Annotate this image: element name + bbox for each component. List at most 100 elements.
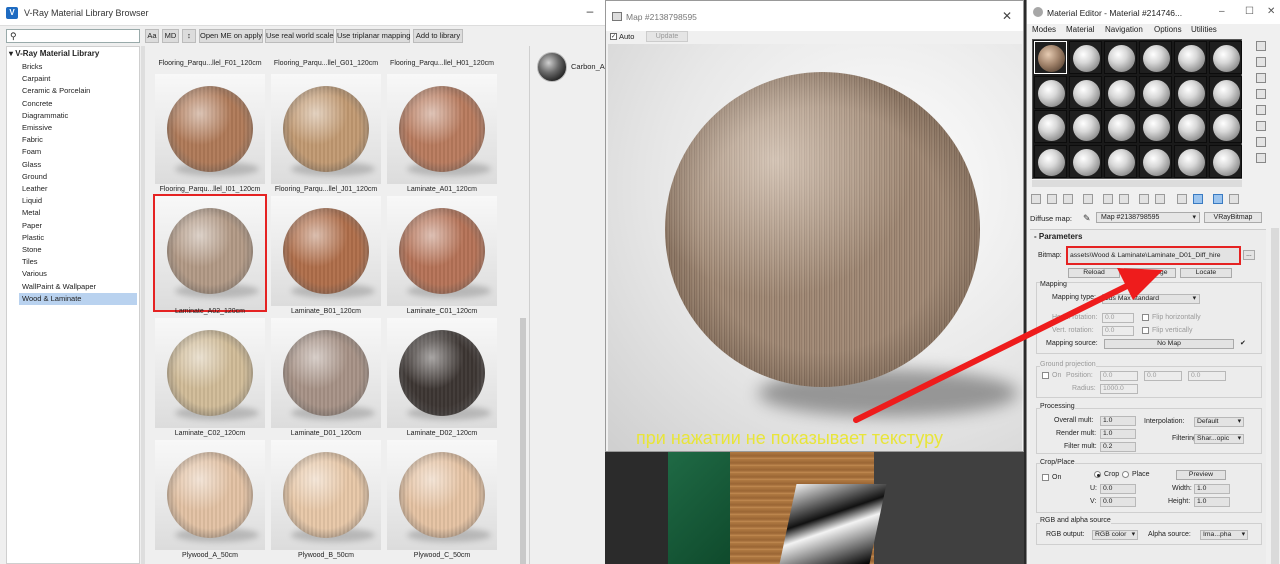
v-field[interactable]: 0.0 xyxy=(1100,497,1136,507)
sample-slot[interactable] xyxy=(1209,75,1242,109)
flip-horizontally-checkbox[interactable] xyxy=(1142,314,1149,321)
vert-rotation-field[interactable]: 0.0 xyxy=(1102,326,1134,336)
category-item[interactable]: Ceramic & Porcelain xyxy=(21,85,139,97)
interpolation-dropdown[interactable]: Default ▾ xyxy=(1194,417,1244,427)
material-thumbnail[interactable] xyxy=(387,318,497,428)
close-icon[interactable]: ✕ xyxy=(1002,9,1012,23)
category-item[interactable]: Foam xyxy=(21,146,139,158)
parameters-header[interactable]: - Parameters xyxy=(1034,232,1082,241)
open-me-on-apply-button[interactable]: Open ME on apply xyxy=(199,29,263,43)
add-to-library-button[interactable]: Add to library xyxy=(413,29,463,43)
sample-slot[interactable] xyxy=(1139,144,1172,178)
material-thumbnail[interactable] xyxy=(387,196,497,306)
material-thumbnail[interactable] xyxy=(271,318,381,428)
category-item[interactable]: Ground xyxy=(21,171,139,183)
map-type-button[interactable]: VRayBitmap xyxy=(1204,212,1262,223)
crop-on-checkbox[interactable] xyxy=(1042,474,1049,481)
eyedropper-icon[interactable]: ✎ xyxy=(1083,213,1091,224)
tree-scrollbar[interactable] xyxy=(141,46,145,564)
vray-titlebar[interactable]: V V-Ray Material Library Browser – xyxy=(0,0,605,26)
auto-checkbox[interactable]: ✓ xyxy=(610,33,617,40)
go-to-parent-icon[interactable] xyxy=(1213,194,1223,204)
place-radio[interactable] xyxy=(1122,471,1129,478)
select-by-material-icon[interactable] xyxy=(1256,153,1266,163)
filter-mult-field[interactable]: 0.2 xyxy=(1100,442,1136,452)
horiz-rotation-field[interactable]: 0.0 xyxy=(1102,313,1134,323)
category-item[interactable]: Liquid xyxy=(21,195,139,207)
rgb-output-dropdown[interactable]: RGB color ▾ xyxy=(1092,530,1138,540)
category-item[interactable]: Tiles xyxy=(21,256,139,268)
editor-titlebar[interactable]: Material Editor - Material #214746... – … xyxy=(1027,0,1280,24)
triplanar-mapping-button[interactable]: Use triplanar mapping xyxy=(336,29,410,43)
get-material-icon[interactable] xyxy=(1031,194,1041,204)
sample-slot[interactable] xyxy=(1104,110,1137,143)
editor-scrollbar[interactable] xyxy=(1271,228,1279,564)
sample-slot[interactable] xyxy=(1104,75,1137,109)
maximize-icon[interactable]: ☐ xyxy=(1245,6,1254,17)
minimize-icon[interactable]: – xyxy=(1219,6,1225,17)
menu-modes[interactable]: Modes xyxy=(1032,25,1056,34)
mapping-source-button[interactable]: No Map xyxy=(1104,339,1234,349)
category-item[interactable]: Stone xyxy=(21,244,139,256)
update-button[interactable]: Update xyxy=(646,31,688,42)
category-item[interactable]: Paper xyxy=(21,220,139,232)
video-color-check-icon[interactable] xyxy=(1256,105,1266,115)
category-item[interactable]: Concrete xyxy=(21,98,139,110)
category-item[interactable]: Metal xyxy=(21,207,139,219)
category-item[interactable]: Glass xyxy=(21,159,139,171)
sample-slot[interactable] xyxy=(1034,75,1067,109)
show-end-result-icon[interactable] xyxy=(1193,194,1203,204)
material-thumbnail[interactable] xyxy=(271,440,381,550)
show-shaded-icon[interactable] xyxy=(1177,194,1187,204)
sample-slot[interactable] xyxy=(1209,144,1242,178)
render-mult-field[interactable]: 1.0 xyxy=(1100,429,1136,439)
sample-slot[interactable] xyxy=(1139,41,1172,74)
locate-button[interactable]: Locate xyxy=(1180,268,1232,278)
radius-field[interactable]: 1000.0 xyxy=(1100,384,1138,394)
sample-slot[interactable] xyxy=(1139,110,1172,143)
sample-slot[interactable] xyxy=(1209,41,1242,74)
category-item[interactable]: Carpaint xyxy=(21,73,139,85)
search-input[interactable]: ⚲ xyxy=(6,29,140,43)
material-id-icon[interactable] xyxy=(1155,194,1165,204)
scene-viewport[interactable] xyxy=(668,452,1024,564)
category-item[interactable]: Leather xyxy=(21,183,139,195)
sample-slot[interactable] xyxy=(1209,110,1242,143)
flip-vertically-checkbox[interactable] xyxy=(1142,327,1149,334)
sample-slot[interactable] xyxy=(1174,41,1207,74)
position-x-field[interactable]: 0.0 xyxy=(1100,371,1138,381)
minimize-icon[interactable]: – xyxy=(582,4,598,20)
width-field[interactable]: 1.0 xyxy=(1194,484,1230,494)
category-item[interactable]: Plastic xyxy=(21,232,139,244)
view-image-button[interactable]: View image xyxy=(1124,268,1176,278)
sample-slot[interactable] xyxy=(1069,41,1102,74)
mapping-source-lock-icon[interactable]: ✔ xyxy=(1240,339,1246,347)
category-item[interactable]: Wood & Laminate xyxy=(19,292,137,305)
go-forward-sibling-icon[interactable] xyxy=(1229,194,1239,204)
material-thumbnail[interactable] xyxy=(271,74,381,184)
menu-navigation[interactable]: Navigation xyxy=(1105,25,1143,34)
assign-to-selection-icon[interactable] xyxy=(1063,194,1073,204)
map-name-field[interactable]: Map #2138798595 ▾ xyxy=(1096,212,1200,223)
height-field[interactable]: 1.0 xyxy=(1194,497,1230,507)
bitmap-path-field[interactable]: assets\Wood & Laminate\Laminate_D01_Diff… xyxy=(1066,246,1241,265)
crop-radio[interactable] xyxy=(1094,471,1101,478)
sample-slot[interactable] xyxy=(1104,144,1137,178)
sample-slot[interactable] xyxy=(1034,110,1067,143)
sample-slot[interactable] xyxy=(1069,110,1102,143)
sample-type-icon[interactable] xyxy=(1256,41,1266,51)
category-item[interactable]: Fabric xyxy=(21,134,139,146)
sample-slot[interactable] xyxy=(1034,41,1067,74)
material-thumbnail[interactable] xyxy=(153,194,267,312)
material-thumbnail[interactable] xyxy=(155,440,265,550)
map-titlebar[interactable]: Map #2138798595 ✕ xyxy=(606,1,1023,31)
material-thumbnail[interactable] xyxy=(387,440,497,550)
material-thumbnail[interactable] xyxy=(387,74,497,184)
category-item[interactable]: Emissive xyxy=(21,122,139,134)
ground-on-checkbox[interactable] xyxy=(1042,372,1049,379)
category-item[interactable]: Diagrammatic xyxy=(21,110,139,122)
menu-utilities[interactable]: Utilities xyxy=(1191,25,1217,34)
bitmap-browse-button[interactable]: ... xyxy=(1243,250,1255,260)
copy-material-icon[interactable] xyxy=(1103,194,1113,204)
make-unique-icon[interactable] xyxy=(1119,194,1129,204)
